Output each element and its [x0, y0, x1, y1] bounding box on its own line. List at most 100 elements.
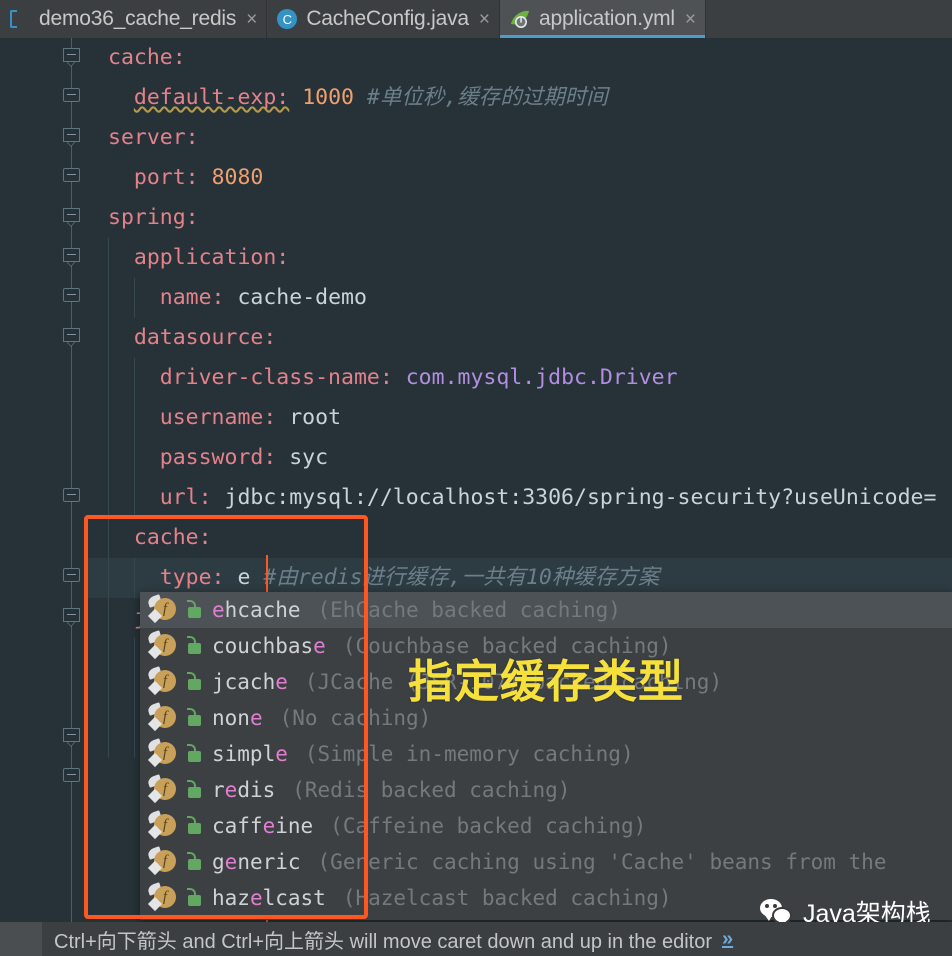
autocomplete-item[interactable]: f simple (Simple in-memory caching): [140, 736, 952, 772]
code-line[interactable]: default-exp: 1000 #单位秒,缓存的过期时间: [86, 78, 952, 118]
tab-cacheconfig-java[interactable]: C CacheConfig.java ×: [267, 0, 500, 38]
close-icon[interactable]: ×: [479, 10, 490, 29]
fold-marker[interactable]: [63, 608, 81, 627]
code-line[interactable]: application:: [86, 238, 952, 278]
fold-marker[interactable]: [63, 248, 81, 267]
yaml-key: datasource:: [133, 325, 277, 350]
autocomplete-item-name: couchbase: [212, 634, 326, 658]
autocomplete-item-name: caffeine: [212, 814, 314, 838]
fold-marker[interactable]: [63, 768, 81, 786]
code-line[interactable]: spring:: [86, 198, 952, 238]
autocomplete-item-desc: (Hazelcast backed caching): [342, 886, 672, 910]
autocomplete-item-desc: (EhCache backed caching): [317, 598, 621, 622]
tab-demo36-cache-redis[interactable]: demo36_cache_redis ×: [0, 0, 268, 38]
yaml-key: server:: [108, 125, 199, 150]
code-line[interactable]: server:: [86, 118, 952, 158]
yaml-value: 1000: [302, 85, 354, 110]
java-class-letter: C: [277, 9, 298, 29]
autocomplete-item[interactable]: f generic (Generic caching using 'Cache'…: [140, 844, 952, 880]
spring-bean-icon: f: [146, 594, 178, 625]
autocomplete-item[interactable]: f caffeine (Caffeine backed caching): [140, 808, 952, 844]
fold-marker[interactable]: [63, 488, 81, 506]
yaml-value: syc: [289, 445, 329, 470]
public-lock-icon: [184, 775, 206, 805]
yaml-key: default-exp:: [133, 85, 290, 110]
code-line[interactable]: url: jdbc:mysql://localhost:3306/spring-…: [86, 478, 952, 518]
code-line[interactable]: username: root: [86, 398, 952, 438]
yaml-key: name:: [159, 285, 225, 310]
editor-gutter[interactable]: [0, 38, 86, 956]
code-line[interactable]: cache:: [86, 518, 952, 558]
code-line[interactable]: password: syc: [86, 438, 952, 478]
spring-bean-icon: f: [146, 810, 178, 841]
yaml-value: e: [237, 565, 251, 590]
autocomplete-item-name: hazelcast: [212, 886, 326, 910]
public-lock-icon: [184, 631, 206, 661]
fold-marker[interactable]: [63, 128, 81, 147]
code-line[interactable]: cache:: [86, 38, 952, 78]
yaml-comment: #由redis进行缓存,一共有10种缓存方案: [263, 565, 660, 590]
yaml-key: driver-class-name:: [159, 365, 393, 390]
fold-marker[interactable]: [63, 568, 81, 586]
autocomplete-item-desc: (Generic caching using 'Cache' beans fro…: [317, 850, 887, 874]
fold-marker[interactable]: [63, 208, 81, 227]
tab-application-yml[interactable]: application.yml ×: [500, 0, 707, 38]
code-line[interactable]: datasource:: [86, 318, 952, 358]
annotation-overlay-text: 指定缓存类型: [408, 655, 685, 708]
autocomplete-item-desc: (Redis backed caching): [292, 778, 571, 802]
spring-bean-icon: f: [146, 882, 178, 913]
close-icon[interactable]: ×: [685, 10, 696, 29]
hint-bar-more-link[interactable]: »: [722, 928, 733, 951]
public-lock-icon: [184, 703, 206, 733]
spring-bean-icon: f: [146, 630, 178, 661]
yaml-key: password:: [159, 445, 277, 470]
fold-marker[interactable]: [63, 328, 81, 347]
fold-marker[interactable]: [63, 288, 81, 306]
spring-bean-icon: f: [146, 666, 178, 697]
yaml-comment: #单位秒,缓存的过期时间: [366, 85, 608, 110]
public-lock-icon: [184, 811, 206, 841]
yaml-key: spring:: [108, 205, 199, 230]
autocomplete-item-name: generic: [212, 850, 301, 874]
code-line[interactable]: driver-class-name: com.mysql.jdbc.Driver: [86, 358, 952, 398]
public-lock-icon: [184, 739, 206, 769]
tab-label: demo36_cache_redis: [39, 7, 237, 30]
spring-bean-icon: f: [146, 774, 178, 805]
close-icon[interactable]: ×: [246, 10, 257, 29]
yaml-value: root: [289, 405, 342, 430]
autocomplete-item-name: jcache: [212, 670, 288, 694]
fold-marker[interactable]: [63, 88, 81, 106]
tab-label: CacheConfig.java: [306, 7, 469, 30]
tab-label: application.yml: [539, 7, 675, 30]
autocomplete-item-desc: (Simple in-memory caching): [304, 742, 634, 766]
yaml-key: cache:: [133, 525, 212, 550]
module-icon: [8, 7, 32, 31]
code-folding-column[interactable]: [58, 38, 86, 956]
code-line[interactable]: name: cache-demo: [86, 278, 952, 318]
yaml-key: cache:: [108, 45, 186, 70]
hint-bar-pad: [0, 922, 42, 956]
yaml-value: com.mysql.jdbc.Driver: [405, 365, 678, 390]
spring-bean-icon: f: [146, 738, 178, 769]
autocomplete-item-name: redis: [212, 778, 276, 802]
autocomplete-popup[interactable]: f ehcache (EhCache backed caching) f cou…: [140, 592, 952, 920]
spring-bean-icon: f: [146, 702, 178, 733]
fold-marker[interactable]: [63, 168, 81, 186]
yaml-value: jdbc:mysql://localhost:3306/spring-secur…: [224, 485, 937, 510]
spring-boot-leaf-icon: [508, 7, 532, 31]
yaml-key: url:: [159, 485, 212, 510]
yaml-key: application:: [133, 245, 290, 270]
autocomplete-item-name: simple: [212, 742, 288, 766]
yaml-key: username:: [159, 405, 277, 430]
fold-marker[interactable]: [63, 728, 81, 747]
public-lock-icon: [184, 883, 206, 913]
autocomplete-item-desc: (Caffeine backed caching): [330, 814, 647, 838]
autocomplete-item[interactable]: f ehcache (EhCache backed caching): [140, 592, 952, 628]
spring-bean-icon: f: [146, 846, 178, 877]
hint-bar-text: Ctrl+向下箭头 and Ctrl+向上箭头 will move caret …: [54, 930, 713, 953]
code-line[interactable]: port: 8080: [86, 158, 952, 198]
public-lock-icon: [184, 667, 206, 697]
fold-marker[interactable]: [63, 48, 81, 67]
autocomplete-item[interactable]: f redis (Redis backed caching): [140, 772, 952, 808]
yaml-key: port:: [133, 165, 199, 190]
